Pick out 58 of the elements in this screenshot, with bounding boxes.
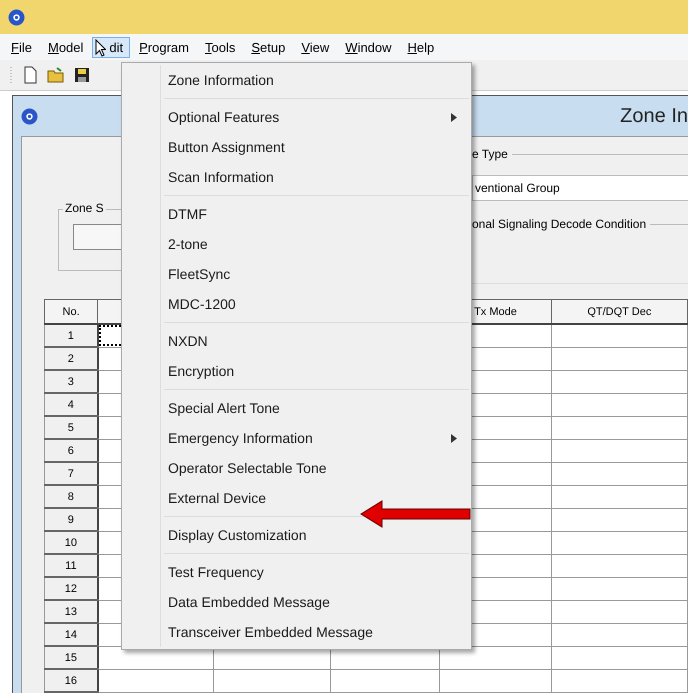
menu-item[interactable]: Window: [338, 36, 399, 58]
app-logo-icon: [21, 108, 38, 124]
row-number: 1: [44, 324, 98, 347]
row-number: 13: [44, 600, 98, 623]
menu-option[interactable]: 2-tone: [122, 229, 471, 259]
menu-option[interactable]: Scan Information: [122, 162, 471, 192]
menu-option[interactable]: NXDN: [122, 326, 471, 356]
menu-option[interactable]: Display Customization: [122, 520, 471, 550]
window-title: Zone In: [620, 104, 688, 128]
row-number: 2: [44, 347, 98, 370]
menu-option[interactable]: Button Assignment: [122, 132, 471, 162]
menu-option[interactable]: FleetSync: [122, 259, 471, 289]
menu-item[interactable]: Tools: [198, 36, 242, 58]
submenu-arrow-icon: [451, 112, 457, 122]
group-label: Zone S: [63, 201, 106, 215]
menu-option[interactable]: Data Embedded Message: [122, 587, 471, 617]
row-number: 9: [44, 508, 98, 531]
row-number: 15: [44, 646, 98, 669]
menu-option[interactable]: Special Alert Tone: [122, 393, 471, 423]
row-number: 8: [44, 485, 98, 508]
menu-option[interactable]: DTMF: [122, 199, 471, 229]
menu-item[interactable]: File: [4, 36, 39, 58]
row-number: 7: [44, 462, 98, 485]
save-icon[interactable]: [73, 66, 91, 84]
submenu-arrow-icon: [451, 434, 457, 442]
column-header: No.: [44, 300, 98, 324]
folder-icon[interactable]: [47, 66, 65, 84]
row-number: 6: [44, 439, 98, 462]
menu-option[interactable]: External Device: [122, 483, 471, 513]
menu-item[interactable]: Help: [400, 36, 442, 58]
toolbar-grip-icon: [10, 65, 13, 85]
app-logo-icon: [8, 8, 25, 26]
menu-option[interactable]: Encryption: [122, 356, 471, 386]
menu-option[interactable]: Emergency Information: [122, 423, 471, 453]
menu-item[interactable]: Program: [132, 36, 196, 58]
menu-option[interactable]: Operator Selectable Tone: [122, 453, 471, 483]
column-header: QT/DQT Dec: [551, 300, 688, 324]
row-number: 10: [44, 531, 98, 554]
menu-item[interactable]: Setup: [244, 36, 292, 58]
menu-item[interactable]: View: [294, 36, 336, 58]
menu-option[interactable]: Transceiver Embedded Message: [122, 617, 471, 647]
table-cell[interactable]: [98, 669, 214, 692]
mouse-cursor-icon: [95, 38, 106, 56]
menu-item[interactable]: dit: [92, 36, 130, 58]
row-number: 14: [44, 623, 98, 646]
menu-option[interactable]: Optional Features: [122, 102, 471, 132]
row-number: 3: [44, 370, 98, 393]
row-number: 11: [44, 554, 98, 577]
row-number: 16: [44, 669, 98, 692]
row-number: 12: [44, 577, 98, 600]
menu-option[interactable]: Test Frequency: [122, 557, 471, 587]
row-number: 4: [44, 393, 98, 416]
type-dropdown[interactable]: ventional Group: [472, 175, 688, 201]
group-label: onal Signaling Decode Condition: [472, 217, 646, 231]
group-label: e Type: [472, 147, 508, 161]
row-number: 5: [44, 416, 98, 439]
menu-option[interactable]: Zone Information: [122, 65, 471, 95]
menu-item[interactable]: Model: [40, 36, 90, 58]
